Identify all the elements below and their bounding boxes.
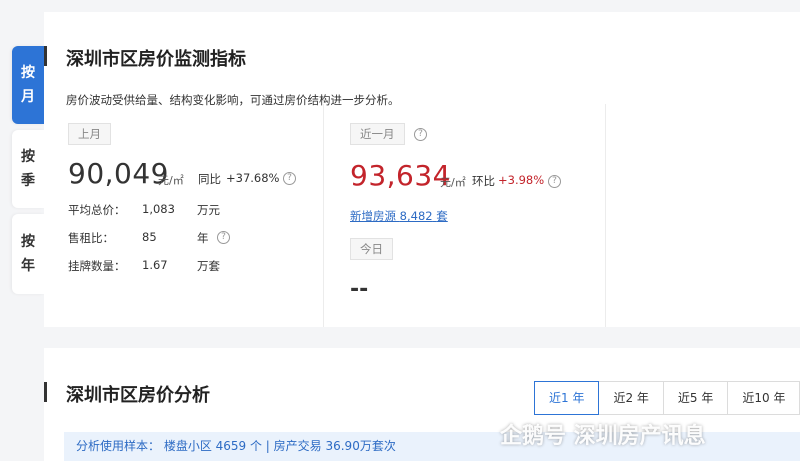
new-listings-link[interactable]: 新增房源 8,482 套 [350,208,448,224]
period-side-tabs: 按 月 按 季 按 年 [12,46,44,300]
help-icon[interactable]: ? [548,175,561,188]
sale-rent-ratio-unit: 年 [197,231,209,245]
new-listings-value: 8,482 [399,209,433,223]
side-tab-label: 月 [21,89,35,105]
title-accent-bar [44,46,47,66]
yoy-value: +37.68% [226,171,280,185]
avg-total-price-unit: 万元 [197,203,220,217]
tab-1-year[interactable]: 近1 年 [534,381,600,415]
last-month-price-unit: 元/㎡ [158,174,184,187]
avg-total-price-value: 1,083 [142,202,175,216]
tab-5-years[interactable]: 近5 年 [663,381,729,415]
listing-count-label: 挂牌数量： [68,259,126,273]
help-icon[interactable]: ? [217,231,230,244]
new-listings-label: 新增房源 [350,209,396,223]
side-tab-label: 季 [21,173,35,189]
new-listings-unit: 套 [436,209,448,223]
side-tab-year[interactable]: 按 年 [12,214,44,294]
today-value: -- [350,277,369,302]
listing-count-value: 1.67 [142,258,168,272]
help-icon[interactable]: ? [414,128,427,141]
period-range-tabs: 近1 年 近2 年 近5 年 近10 年 [534,381,800,415]
mom-label: 环比 [472,174,495,188]
column-divider [605,104,606,327]
side-tab-label: 按 [21,149,35,165]
recent-month-tag: 近一月 [350,123,405,145]
monitor-subtitle: 房价波动受供给量、结构变化影响，可通过房价结构进一步分析。 [66,93,400,107]
tab-2-years[interactable]: 近2 年 [599,381,664,415]
recent-month-price-unit: 元/㎡ [440,176,466,189]
last-month-tag: 上月 [68,123,111,145]
title-accent-bar [44,382,47,402]
side-tab-label: 年 [21,258,35,274]
help-icon[interactable]: ? [283,172,296,185]
yoy-label: 同比 [198,172,221,186]
column-divider [323,104,324,327]
last-month-price: 90,049 [68,157,169,190]
side-tab-label: 按 [21,65,35,81]
today-tag: 今日 [350,238,393,260]
sale-rent-ratio-value: 85 [142,230,157,244]
watermark: 企鹅号 深圳房产讯息 [500,424,706,449]
price-monitor-card: 深圳市区房价监测指标 房价波动受供给量、结构变化影响，可通过房价结构进一步分析。… [44,12,800,327]
sale-rent-ratio-label: 售租比： [68,231,114,245]
analysis-title: 深圳市区房价分析 [66,385,210,406]
side-tab-label: 按 [21,234,35,250]
recent-month-price: 93,634 [350,159,451,192]
listing-count-unit: 万套 [197,259,220,273]
tab-10-years[interactable]: 近10 年 [728,381,800,415]
side-tab-quarter[interactable]: 按 季 [12,130,44,208]
side-tab-month[interactable]: 按 月 [12,46,44,124]
avg-total-price-label: 平均总价： [68,203,126,217]
mom-value: +3.98% [498,173,545,187]
monitor-title: 深圳市区房价监测指标 [66,49,246,70]
